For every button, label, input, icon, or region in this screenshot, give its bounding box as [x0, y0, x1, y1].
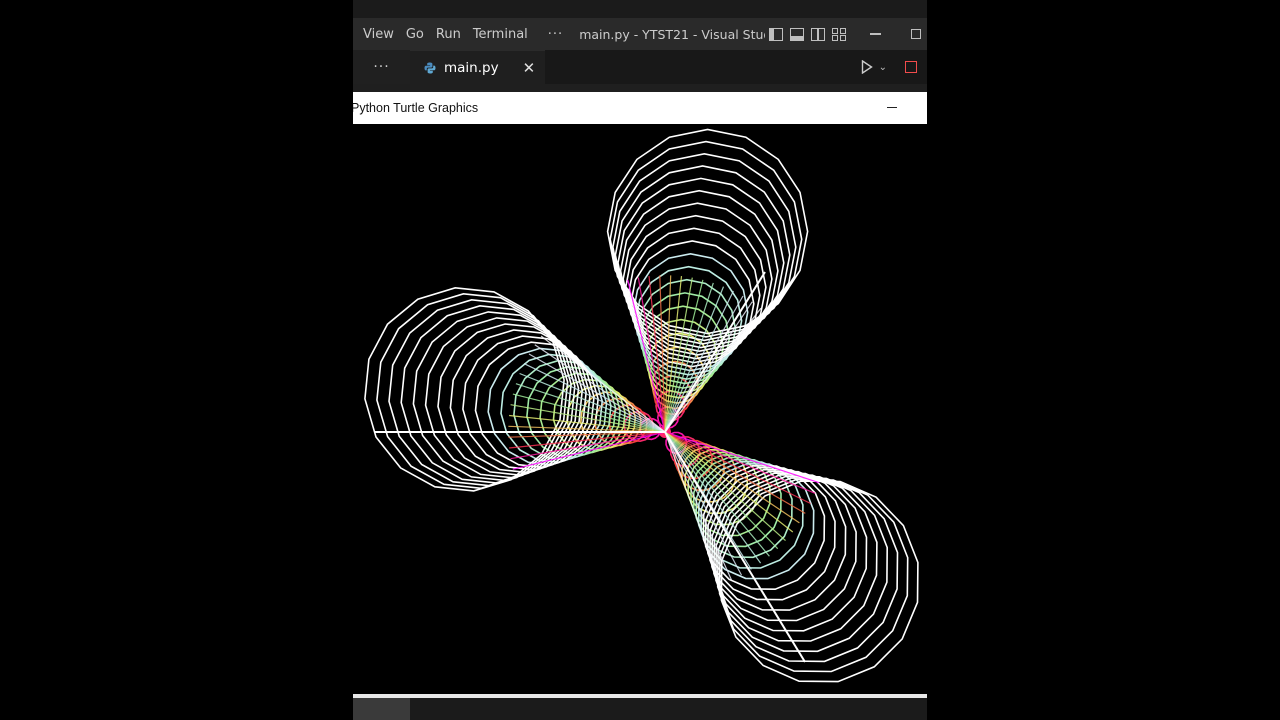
chevron-down-icon[interactable]: ⌄ [879, 62, 887, 73]
window-title: main.py - YTST21 - Visual Studio Code [579, 26, 765, 42]
minimize-icon[interactable] [870, 33, 881, 35]
editor-actions: ⌄ [861, 60, 927, 74]
stop-icon[interactable] [905, 61, 917, 73]
turtle-canvas [353, 124, 927, 694]
spiral-drawing [364, 128, 919, 683]
python-file-icon [424, 62, 436, 73]
tab-main-py[interactable]: main.py ✕ [410, 50, 546, 84]
customize-layout-icon[interactable] [832, 27, 847, 41]
title-strip [353, 0, 927, 18]
spiral-ring [713, 473, 878, 642]
menu-run[interactable]: Run [430, 27, 467, 42]
close-icon[interactable]: ✕ [523, 59, 536, 77]
app-frame: View Go Run Terminal ··· main.py - YTST2… [353, 0, 927, 720]
menu-more-button[interactable]: ··· [534, 27, 575, 42]
toggle-secondary-sidebar-icon[interactable] [811, 27, 826, 41]
run-icon[interactable] [861, 60, 873, 74]
spiral-3 [664, 431, 919, 683]
spiral-1 [606, 128, 809, 433]
turtle-titlebar: Python Turtle Graphics [353, 92, 927, 124]
maximize-icon[interactable] [911, 29, 921, 39]
menu-go[interactable]: Go [400, 27, 430, 42]
turtle-graphics-window: Python Turtle Graphics [353, 92, 927, 700]
status-strip [353, 698, 927, 720]
menu-terminal[interactable]: Terminal [467, 27, 534, 42]
spiral-ring [711, 472, 868, 632]
layout-controls [769, 27, 847, 41]
status-block [353, 698, 410, 720]
editor-tab-bar: ··· main.py ✕ ⌄ [353, 50, 927, 84]
turtle-window-title: Python Turtle Graphics [353, 101, 479, 115]
tab-label: main.py [444, 59, 499, 76]
editor-area [353, 84, 927, 92]
menu-view[interactable]: View [353, 27, 400, 42]
tab-overflow-button[interactable]: ··· [353, 50, 410, 84]
minimize-icon[interactable] [887, 107, 897, 109]
toggle-panel-icon[interactable] [790, 27, 805, 41]
spiral-2 [364, 286, 666, 492]
spiral-ray [664, 307, 762, 433]
window-controls [870, 29, 927, 39]
menu-bar: View Go Run Terminal ··· main.py - YTST2… [353, 18, 927, 50]
toggle-primary-sidebar-icon[interactable] [769, 27, 784, 41]
